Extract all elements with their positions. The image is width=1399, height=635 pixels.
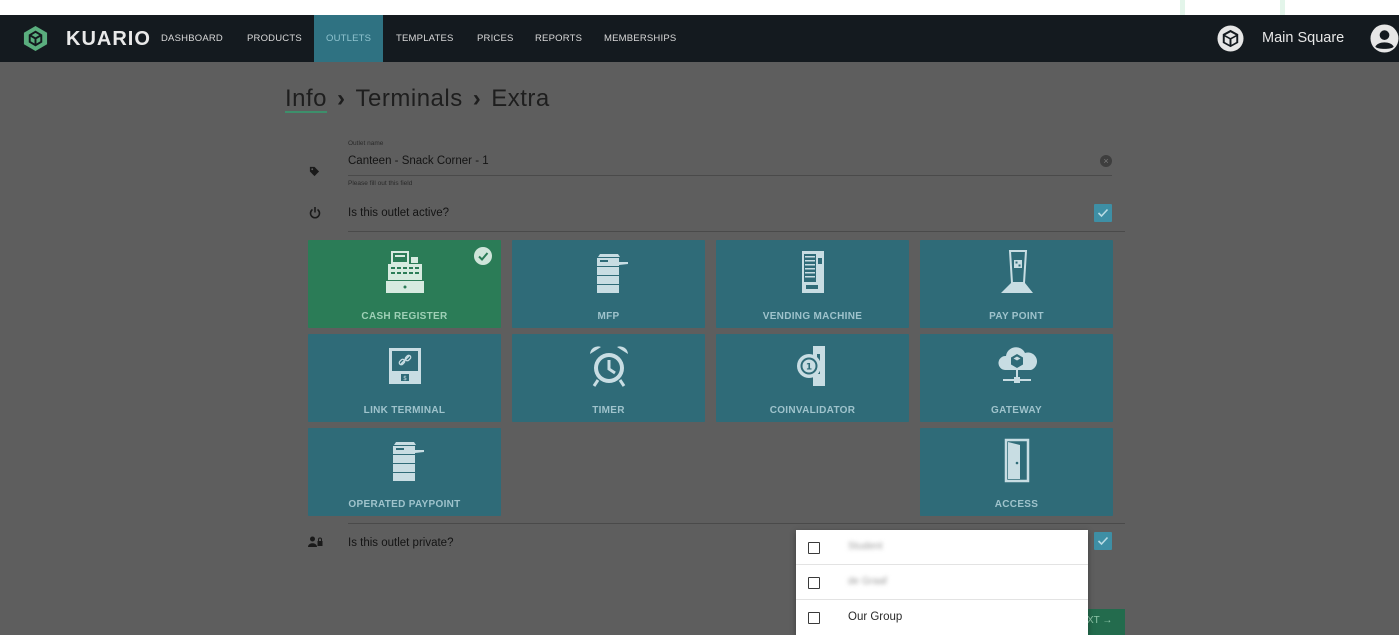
decorative-line — [1280, 0, 1285, 15]
tile-access[interactable]: ACCESS — [920, 428, 1113, 516]
active-checkbox[interactable] — [1094, 204, 1112, 222]
group-option[interactable]: Student — [796, 530, 1088, 565]
cash-register-icon — [385, 251, 424, 293]
group-option[interactable]: Our Group — [796, 600, 1088, 635]
top-strip — [0, 0, 1399, 15]
alarm-clock-icon — [589, 346, 628, 387]
next-button[interactable]: XT → — [1084, 609, 1125, 635]
outlet-name-hint: Please fill out this field — [348, 180, 413, 187]
tile-vending-machine[interactable]: VENDING MACHINE — [716, 240, 909, 328]
tile-timer[interactable]: TIMER — [512, 334, 705, 422]
svg-text:$: $ — [403, 375, 407, 382]
mfp-printer-icon — [596, 254, 628, 293]
pay-point-icon — [1000, 250, 1033, 293]
divider — [348, 523, 1125, 524]
decorative-line — [1180, 0, 1185, 15]
tile-label: GATEWAY — [991, 405, 1042, 416]
tile-label: OPERATED PAYPOINT — [348, 499, 461, 510]
venue-name[interactable]: Main Square — [1262, 30, 1344, 46]
top-navbar: KUARIO DASHBOARD PRODUCTS OUTLETS TEMPLA… — [0, 15, 1399, 62]
tile-operated-paypoint[interactable]: OPERATED PAYPOINT — [308, 428, 501, 516]
users-icon — [308, 536, 323, 547]
nav-outlets[interactable]: OUTLETS — [314, 15, 384, 62]
svg-text:1: 1 — [805, 363, 811, 373]
nav-memberships[interactable]: MEMBERSHIPS — [604, 15, 676, 62]
breadcrumb: Info › Terminals › Extra — [285, 85, 550, 113]
group-option[interactable]: de Graaf — [796, 565, 1088, 600]
vending-machine-icon — [801, 251, 824, 293]
tile-label: COINVALIDATOR — [769, 405, 856, 416]
tile-gateway[interactable]: GATEWAY — [920, 334, 1113, 422]
option-label: Student — [848, 541, 883, 552]
tile-label: MFP — [597, 311, 620, 322]
nav-templates[interactable]: TEMPLATES — [396, 15, 454, 62]
option-checkbox[interactable] — [808, 612, 820, 624]
tile-label: PAY POINT — [989, 311, 1044, 322]
link-terminal-icon: $ — [388, 348, 421, 384]
tile-label: TIMER — [592, 405, 625, 416]
user-avatar-icon[interactable] — [1370, 24, 1399, 53]
tile-coinvalidator[interactable]: 1 COINVALIDATOR — [716, 334, 909, 422]
cloud-gateway-icon — [997, 347, 1037, 383]
option-label: de Graaf — [848, 576, 887, 587]
venue-cube-icon[interactable] — [1217, 25, 1244, 52]
nav-reports[interactable]: REPORTS — [535, 15, 582, 62]
tile-label: ACCESS — [994, 499, 1039, 510]
operated-paypoint-icon — [392, 442, 424, 481]
active-question: Is this outlet active? — [348, 207, 449, 219]
input-underline — [348, 175, 1112, 176]
private-question: Is this outlet private? — [348, 537, 454, 549]
coin-validator-icon: 1 — [796, 346, 825, 386]
option-checkbox[interactable] — [808, 577, 820, 589]
kuario-logo-icon[interactable] — [22, 25, 49, 52]
outlet-name-input[interactable]: Canteen - Snack Corner - 1 — [348, 155, 489, 167]
power-icon — [309, 207, 321, 219]
tile-cash-register[interactable]: CASH REGISTER — [308, 240, 501, 328]
group-dropdown: Student de Graaf Our Group — [796, 530, 1088, 635]
option-label: Our Group — [848, 611, 903, 623]
tile-label: LINK TERMINAL — [363, 405, 446, 416]
door-icon — [1004, 438, 1029, 483]
brand-name[interactable]: KUARIO — [66, 28, 151, 51]
selected-check-icon — [474, 247, 492, 265]
tile-label: VENDING MACHINE — [762, 311, 863, 322]
breadcrumb-extra: Extra — [491, 85, 550, 112]
option-checkbox[interactable] — [808, 542, 820, 554]
tile-link-terminal[interactable]: $ LINK TERMINAL — [308, 334, 501, 422]
nav-products[interactable]: PRODUCTS — [247, 15, 302, 62]
outlet-name-label: Outlet name — [348, 140, 384, 147]
private-checkbox[interactable] — [1094, 532, 1112, 550]
breadcrumb-info-link[interactable]: Info — [285, 85, 327, 112]
breadcrumb-terminals[interactable]: Terminals — [356, 85, 463, 112]
breadcrumb-separator: › — [337, 85, 346, 112]
divider — [348, 231, 1125, 232]
tile-pay-point[interactable]: PAY POINT — [920, 240, 1113, 328]
nav-prices[interactable]: PRICES — [477, 15, 514, 62]
nav-dashboard[interactable]: DASHBOARD — [161, 15, 223, 62]
clear-input-icon[interactable]: × — [1100, 155, 1112, 167]
tile-mfp[interactable]: MFP — [512, 240, 705, 328]
tag-icon — [309, 166, 320, 177]
breadcrumb-separator: › — [472, 85, 482, 112]
tile-label: CASH REGISTER — [361, 311, 448, 322]
